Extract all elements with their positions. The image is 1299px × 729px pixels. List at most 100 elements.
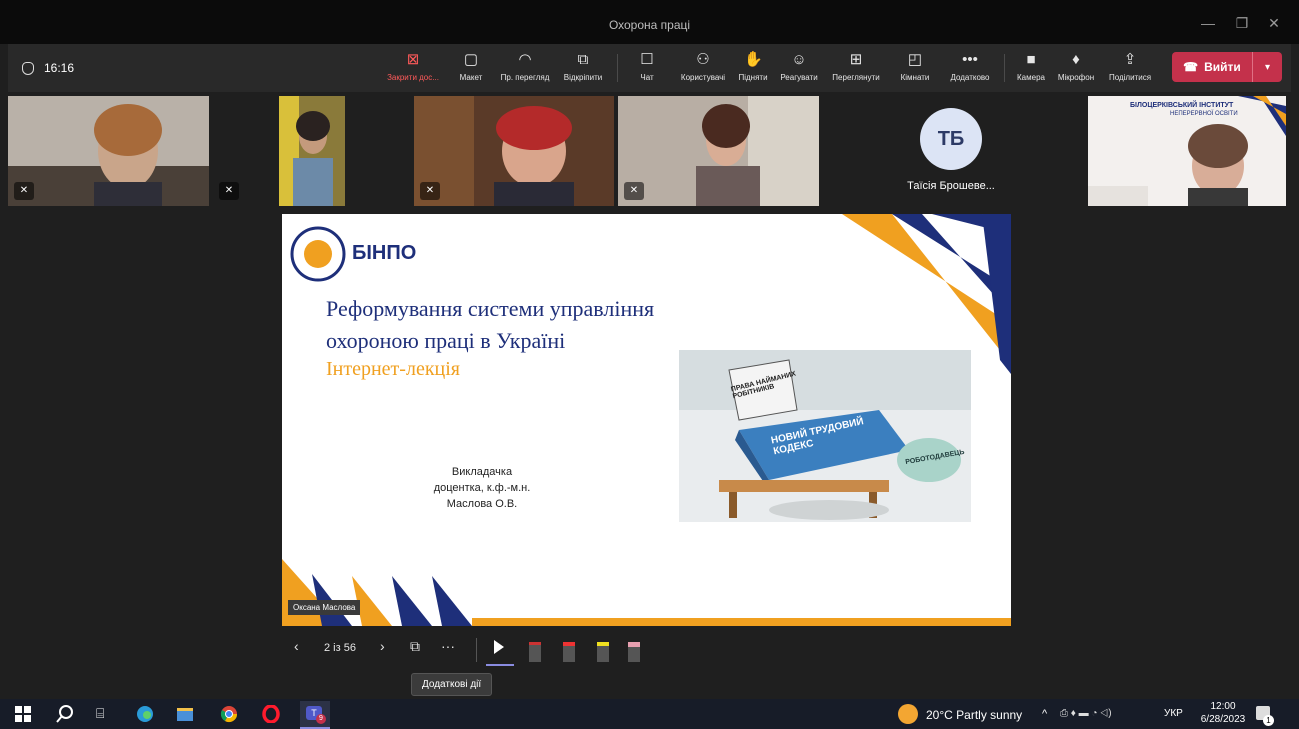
people-label: Користувачі bbox=[680, 73, 726, 82]
people-button[interactable]: ⚇ Користувачі bbox=[672, 44, 734, 92]
react-button[interactable]: ☺ Реагувати bbox=[774, 44, 824, 92]
teams-taskbar-button[interactable]: T 9 bbox=[300, 701, 330, 729]
popout-icon: ⧉ bbox=[577, 51, 589, 68]
participant-video bbox=[279, 96, 345, 206]
mic-off-icon: ✕ bbox=[219, 182, 239, 200]
layout-button[interactable]: ▢ Макет bbox=[454, 44, 488, 92]
avatar[interactable]: ТБ bbox=[920, 108, 982, 170]
lecturer-role: Викладачка bbox=[451, 466, 513, 478]
close-icon[interactable]: ✕ bbox=[1264, 15, 1284, 31]
share-button[interactable]: ⇪ Поділитися bbox=[1102, 44, 1158, 92]
opera-icon[interactable] bbox=[262, 705, 280, 723]
leave-button[interactable]: ☎ Вийти ▾ bbox=[1172, 52, 1282, 82]
slides-grid-icon[interactable]: ⧉ bbox=[410, 638, 420, 655]
red-pen-icon[interactable] bbox=[563, 642, 575, 662]
maximize-icon[interactable]: ❐ bbox=[1232, 15, 1252, 31]
edge-icon[interactable] bbox=[136, 705, 154, 723]
notification-badge: 1 bbox=[1263, 715, 1274, 726]
eye-icon: ◠ bbox=[518, 51, 532, 68]
participant-name: Таїсія Брошеве... bbox=[907, 180, 995, 192]
slide-counter: 2 із 56 bbox=[324, 642, 356, 654]
chevron-up-icon[interactable]: ^ bbox=[1042, 708, 1047, 720]
next-slide-icon[interactable]: › bbox=[380, 638, 385, 654]
mic-off-icon: ✕ bbox=[624, 182, 644, 200]
share-label: Поділитися bbox=[1108, 73, 1152, 82]
slide-title-line2: охороною праці в Україні bbox=[326, 328, 566, 353]
participant-video bbox=[8, 96, 209, 206]
camera-button[interactable]: ■ Камера bbox=[1012, 44, 1050, 92]
participant-tile[interactable]: БІЛОЦЕРКІВСЬКИЙ ІНСТИТУТ НЕПЕРЕРВНОЇ ОСВ… bbox=[1088, 96, 1286, 206]
weather-text[interactable]: 20°C Partly sunny bbox=[926, 708, 1022, 722]
rooms-icon: ◰ bbox=[907, 51, 923, 68]
teams-window: Охорона праці — ❐ ✕ 16:16 ⊠ Закрити дос.… bbox=[0, 0, 1299, 729]
raise-hand-label: Підняти bbox=[738, 73, 768, 82]
participant-tile[interactable]: ✕ bbox=[414, 96, 614, 206]
language-indicator[interactable]: УКР bbox=[1164, 708, 1183, 719]
clock-time[interactable]: 12:00 bbox=[1200, 701, 1246, 712]
eraser-icon[interactable] bbox=[628, 642, 640, 662]
rooms-label: Кімнати bbox=[900, 73, 930, 82]
controls-divider bbox=[476, 638, 477, 662]
raise-hand-button[interactable]: ✋ Підняти bbox=[736, 44, 770, 92]
views-label: Переглянути bbox=[832, 73, 880, 82]
title-bar: Охорона праці — ❐ ✕ bbox=[0, 0, 1299, 44]
laser-pen-icon[interactable] bbox=[529, 642, 541, 662]
more-actions-icon[interactable]: ··· bbox=[441, 638, 455, 654]
microphone-icon: ♦ bbox=[1072, 51, 1080, 68]
chat-label: Чат bbox=[640, 73, 654, 82]
banner-subtitle: НЕПЕРЕРВНОЇ ОСВІТИ bbox=[1170, 111, 1238, 117]
share-icon: ⇪ bbox=[1123, 51, 1137, 68]
stop-share-icon: ⊠ bbox=[406, 51, 420, 68]
taskbar: ⌸ T 9 20°C Partly sunny ^ ⎙ ♦ ▬ ◔ ◁) УКР… bbox=[0, 699, 1299, 729]
chat-button[interactable]: ☐ Чат bbox=[632, 44, 662, 92]
layout-icon: ▢ bbox=[463, 51, 479, 68]
banner-title: БІЛОЦЕРКІВСЬКИЙ ІНСТИТУТ bbox=[1130, 102, 1234, 109]
more-button[interactable]: ••• Додатково bbox=[942, 44, 998, 92]
participant-tile[interactable]: ✕ bbox=[213, 96, 273, 206]
prev-slide-icon[interactable]: ‹ bbox=[294, 638, 299, 654]
grid-icon: ⊞ bbox=[849, 51, 863, 68]
people-icon: ⚇ bbox=[696, 51, 710, 68]
react-label: Реагувати bbox=[780, 73, 818, 82]
smile-icon: ☺ bbox=[791, 51, 807, 68]
participant-tile[interactable]: ✕ bbox=[618, 96, 819, 206]
hand-icon: ✋ bbox=[744, 51, 763, 68]
minimize-icon[interactable]: — bbox=[1198, 15, 1218, 31]
chrome-icon[interactable] bbox=[220, 705, 238, 723]
mic-off-icon: ✕ bbox=[14, 182, 34, 200]
view-button[interactable]: ◠ Пр. перегляд bbox=[496, 44, 554, 92]
popout-label: Відкріпити bbox=[563, 73, 603, 82]
highlighter-icon[interactable] bbox=[597, 642, 609, 662]
stop-sharing-label: Закрити дос... bbox=[387, 73, 439, 82]
windows-start-icon[interactable] bbox=[14, 705, 32, 723]
tray-icons[interactable]: ⎙ ♦ ▬ ◔ ◁) bbox=[1060, 708, 1112, 719]
lecturer-info: Викладачка доцентка, к.ф.-м.н. Маслова О… bbox=[382, 464, 582, 512]
chat-icon: ☐ bbox=[640, 51, 654, 68]
task-view-icon[interactable]: ⌸ bbox=[96, 705, 114, 723]
microphone-label: Мікрофон bbox=[1057, 73, 1095, 82]
lecturer-name: Маслова О.В. bbox=[446, 498, 518, 510]
slide-logo: БІНПО bbox=[352, 242, 417, 264]
participant-tile[interactable] bbox=[279, 96, 345, 206]
clock-date[interactable]: 6/28/2023 bbox=[1200, 714, 1246, 725]
ellipsis-icon: ••• bbox=[962, 51, 978, 68]
camera-icon: ■ bbox=[1026, 51, 1036, 68]
participant-tile[interactable]: ✕ bbox=[8, 96, 209, 206]
weather-icon[interactable] bbox=[898, 704, 918, 724]
phone-icon: ☎ bbox=[1183, 60, 1199, 74]
pointer-icon bbox=[494, 640, 504, 654]
rooms-button[interactable]: ◰ Кімнати bbox=[888, 44, 942, 92]
stop-sharing-button[interactable]: ⊠ Закрити дос... bbox=[382, 44, 444, 92]
views-button[interactable]: ⊞ Переглянути bbox=[826, 44, 886, 92]
leave-main[interactable]: ☎ Вийти bbox=[1172, 52, 1252, 82]
toolbar-divider bbox=[617, 54, 618, 82]
file-explorer-icon[interactable] bbox=[176, 705, 194, 723]
microphone-button[interactable]: ♦ Мікрофон bbox=[1052, 44, 1100, 92]
pointer-tool[interactable] bbox=[486, 640, 514, 666]
search-icon[interactable] bbox=[56, 705, 74, 723]
popout-button[interactable]: ⧉ Відкріпити bbox=[558, 44, 608, 92]
leave-label: Вийти bbox=[1204, 60, 1241, 74]
chevron-down-icon[interactable]: ▾ bbox=[1252, 52, 1282, 82]
slide-cartoon: НОВИЙ ТРУДОВИЙ КОДЕКС ПРАВА НАЙМАНИХ РОБ… bbox=[679, 350, 971, 522]
more-label: Додатково bbox=[950, 73, 990, 82]
